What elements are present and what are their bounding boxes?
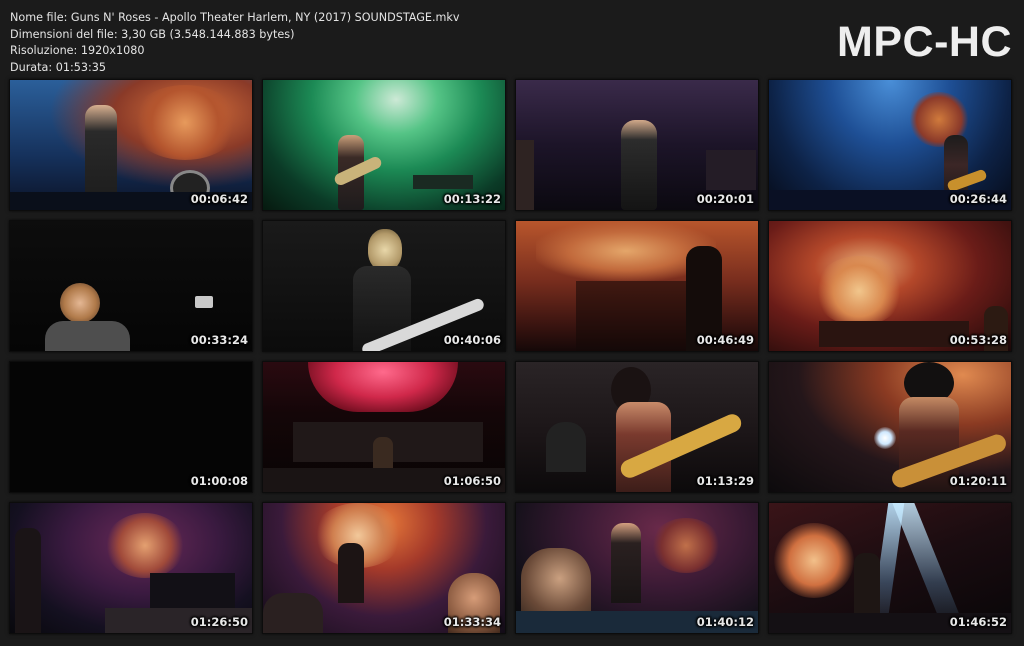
file-resolution: Risoluzione: 1920x1080 [10,44,145,57]
timestamp: 01:00:08 [190,474,248,488]
timestamp: 01:26:50 [190,615,248,629]
timestamp: 00:26:44 [949,192,1007,206]
keyboard [413,175,473,189]
timestamp: 00:20:01 [696,192,754,206]
timestamp: 01:33:34 [443,615,501,629]
thumbnail-14: 01:33:34 [262,502,506,634]
gnr-logo-backdrop [308,362,458,412]
file-name: Nome file: Guns N' Roses - Apollo Theate… [10,11,460,24]
thumbnail-3: 00:20:01 [515,79,759,211]
timestamp: 00:53:28 [949,333,1007,347]
phone-screen [195,296,213,308]
thumbnail-8: 00:53:28 [768,220,1012,352]
background-figure [546,422,586,472]
singer-figure [611,523,641,603]
thumbnail-15: 01:40:12 [515,502,759,634]
timestamp: 00:13:22 [443,192,501,206]
timestamp: 01:13:29 [696,474,754,488]
timestamp: 00:33:24 [190,333,248,347]
timestamp: 01:06:50 [443,474,501,488]
timestamp: 00:40:06 [443,333,501,347]
file-duration: Durata: 01:53:35 [10,60,106,74]
keyboard-rig [706,150,756,190]
singer-figure [621,120,657,210]
gnr-logo-backdrop [814,256,904,326]
timestamp: 01:46:52 [949,615,1007,629]
side-figure [516,140,534,210]
stage-light [874,427,896,449]
file-size: Dimensioni del file: 3,30 GB (3.548.144.… [10,27,295,41]
gnr-logo-backdrop [651,518,721,573]
singer-head [60,283,100,323]
app-logo: MPC-HC [837,18,1012,66]
thumbnail-grid: 00:06:42 00:13:22 00:20:01 00:26:44 00:3… [9,79,1012,634]
timestamp: 01:40:12 [696,615,754,629]
thumbnail-1: 00:06:42 [9,79,253,211]
thumbnail-2: 00:13:22 [262,79,506,211]
timestamp: 00:06:42 [190,192,248,206]
timestamp: 00:46:49 [696,333,754,347]
singer-torso [45,321,130,351]
thumbnail-5: 00:33:24 [9,220,253,352]
thumbnail-6: 00:40:06 [262,220,506,352]
thumbnail-9: 01:00:08 [9,361,253,493]
thumbnail-13: 01:26:50 [9,502,253,634]
drum-riser [576,281,696,351]
thumbnail-4: 00:26:44 [768,79,1012,211]
file-info: Nome file: Guns N' Roses - Apollo Theate… [10,10,460,76]
piano [150,573,235,611]
thumbnail-16: 01:46:52 [768,502,1012,634]
stage-backdrop [130,85,240,160]
guitarist-figure [15,528,41,633]
drum-kit [819,321,969,347]
thumbnail-11: 01:13:29 [515,361,759,493]
bassist-head [368,229,402,271]
thumbnail-12: 01:20:11 [768,361,1012,493]
thumbnail-7: 00:46:49 [515,220,759,352]
singer-figure [338,543,364,603]
timestamp: 01:20:11 [949,474,1007,488]
gnr-logo-backdrop [774,523,854,598]
gnr-logo-backdrop [105,513,185,578]
audience-head [263,593,323,633]
thumbnail-10: 01:06:50 [262,361,506,493]
